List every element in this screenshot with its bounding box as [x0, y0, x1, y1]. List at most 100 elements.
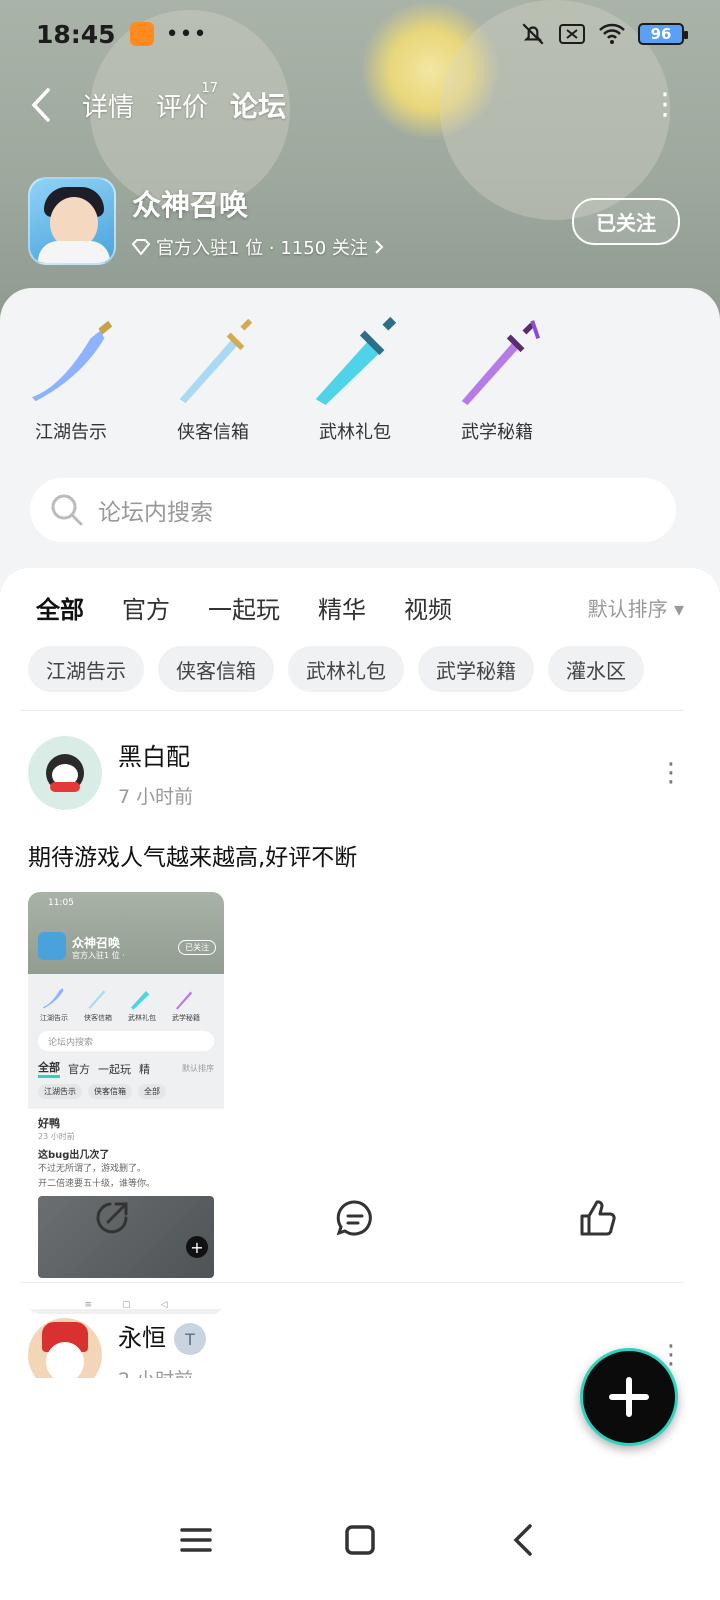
quick-link-label: 武学秘籍: [461, 422, 533, 443]
tab-reviews[interactable]: 评价 17: [156, 81, 218, 124]
quick-link-label: 武林礼包: [319, 422, 391, 443]
post-author[interactable]: 永恒: [118, 1324, 166, 1352]
chip-announcement[interactable]: 江湖告示: [28, 646, 144, 692]
search-placeholder: 论坛内搜索: [98, 500, 213, 526]
avatar[interactable]: [28, 1318, 102, 1378]
diamond-icon: [132, 239, 150, 255]
menu-icon[interactable]: [174, 1518, 218, 1562]
tab-forum[interactable]: 论坛: [230, 85, 286, 129]
shot-quick-label: 江湖告示: [40, 1014, 68, 1022]
shot-game-icon: [38, 932, 66, 960]
shot-tab: 一起玩: [98, 1062, 131, 1076]
back-nav-icon[interactable]: [502, 1518, 546, 1562]
shot-sword-icon: [42, 988, 64, 1009]
avatar[interactable]: [28, 736, 102, 810]
quick-link-label: 侠客信箱: [177, 422, 249, 443]
wifi-icon: [599, 23, 625, 44]
post-more-button[interactable]: ⋮: [658, 760, 684, 786]
quick-link-mailbox[interactable]: 侠客信箱: [164, 308, 262, 444]
quick-link-label: 江湖告示: [35, 422, 107, 443]
shot-post-line: 开二倍速要五十级，谁等你。: [38, 1178, 156, 1189]
share-icon[interactable]: [90, 1196, 134, 1240]
quick-link-manual[interactable]: 武学秘籍: [448, 308, 546, 444]
status-time: 18:45: [36, 19, 116, 49]
chip-mailbox[interactable]: 侠客信箱: [158, 646, 274, 692]
game-app-icon[interactable]: [28, 177, 116, 265]
post-text: 期待游戏人气越来越高,好评不断: [28, 845, 358, 871]
more-options-button[interactable]: ⋮: [650, 90, 680, 120]
tab-featured[interactable]: 精华: [318, 590, 366, 625]
shot-tab: 官方: [68, 1062, 90, 1076]
create-post-button[interactable]: [580, 1348, 678, 1446]
shot-sysnav: ≡ ▢ ◁: [84, 1300, 168, 1310]
chip-gift-pack[interactable]: 武林礼包: [288, 646, 404, 692]
system-nav-bar: [0, 1480, 720, 1600]
tab-details[interactable]: 详情: [82, 87, 134, 124]
tab-all[interactable]: 全部: [36, 590, 84, 631]
broadsword-icon: [315, 316, 397, 406]
shot-quick-label: 武林礼包: [128, 1014, 156, 1022]
comment-icon[interactable]: [333, 1196, 377, 1240]
post-time: 7 小时前: [118, 786, 194, 808]
shot-follow: 已关注: [178, 940, 216, 955]
shot-chip: 侠客信箱: [88, 1084, 132, 1099]
like-icon[interactable]: [576, 1196, 620, 1240]
shot-search: 论坛内搜索: [38, 1031, 214, 1051]
chevron-left-icon: [31, 88, 50, 122]
reviews-count: 17: [201, 80, 219, 96]
shot-sword-icon: [175, 991, 193, 1010]
shot-quick-label: 武学秘籍: [172, 1014, 200, 1022]
quick-links: 江湖告示 侠客信箱 武林礼包 武学秘籍: [22, 308, 546, 444]
game-title: 众神召唤: [132, 188, 249, 222]
post-time: 2 小时前: [118, 1365, 206, 1378]
sort-label: 默认排序: [587, 597, 668, 621]
forum-search-input[interactable]: 论坛内搜索: [30, 478, 676, 542]
home-icon[interactable]: [338, 1518, 382, 1562]
post-card[interactable]: 永恒T 2 小时前 ⋮: [28, 1318, 684, 1378]
tab-reviews-label: 评价: [156, 92, 209, 123]
status-bar: 18:45 ••• 96: [36, 16, 688, 52]
plus-icon: [609, 1377, 649, 1417]
chevron-right-icon: [375, 240, 384, 254]
shot-meta: 官方入驻1 位 ·: [72, 951, 125, 960]
battery-indicator: 96: [638, 23, 688, 45]
back-button[interactable]: [30, 85, 60, 125]
game-meta-link[interactable]: 官方入驻1 位 · 1150 关注: [132, 234, 384, 260]
sword-icon: [179, 318, 253, 404]
shot-tabs: 全部 官方 一起玩 精 默认排序: [28, 1059, 224, 1078]
tab-video[interactable]: 视频: [404, 590, 452, 625]
post-author-row: 永恒 T: [118, 1318, 206, 1355]
mute-icon: [522, 23, 544, 45]
shot-time: 11:05: [48, 898, 74, 908]
shot-user: 好鸭: [38, 1117, 60, 1130]
post-actions: [90, 1196, 620, 1240]
tab-play-together[interactable]: 一起玩: [208, 590, 280, 625]
chip-chat[interactable]: 灌水区: [548, 646, 644, 692]
quick-link-gift-pack[interactable]: 武林礼包: [306, 308, 404, 444]
verified-badge-icon: T: [174, 1323, 206, 1355]
quick-link-announcement[interactable]: 江湖告示: [22, 308, 120, 444]
category-chips: 江湖告示 侠客信箱 武林礼包 武学秘籍 灌水区: [28, 646, 644, 692]
shot-sort: 默认排序: [182, 1064, 214, 1073]
follow-button[interactable]: 已关注: [572, 197, 680, 245]
shot-chip: 江湖告示: [38, 1084, 82, 1099]
forum-tabs: 全部 官方 一起玩 精华 视频 默认排序 ▾: [36, 590, 684, 631]
shot-sword-icon: [88, 990, 106, 1009]
shot-title: 众神召唤: [72, 936, 121, 950]
tab-official[interactable]: 官方: [122, 590, 170, 625]
shot-tab: 全部: [38, 1059, 60, 1078]
divider: [20, 710, 684, 711]
no-sim-icon: [559, 24, 585, 44]
more-notifications-icon: •••: [165, 21, 208, 47]
caret-down-icon: ▾: [673, 597, 684, 621]
shot-chips: 江湖告示 侠客信箱 全部: [28, 1078, 224, 1105]
purple-sword-icon: [461, 320, 541, 406]
app-notification-icon: [129, 22, 154, 46]
game-meta-text: 官方入驻1 位 · 1150 关注: [156, 238, 368, 259]
sort-dropdown[interactable]: 默认排序 ▾: [588, 593, 684, 622]
post-image[interactable]: 11:05 众神召唤 官方入驻1 位 · 已关注 江湖告示 侠客信箱 武林礼包 …: [28, 892, 224, 1314]
post-author[interactable]: 黑白配: [118, 737, 193, 772]
shot-chip: 全部: [138, 1084, 166, 1099]
shot-quick-label: 侠客信箱: [84, 1014, 112, 1022]
chip-manual[interactable]: 武学秘籍: [418, 646, 534, 692]
